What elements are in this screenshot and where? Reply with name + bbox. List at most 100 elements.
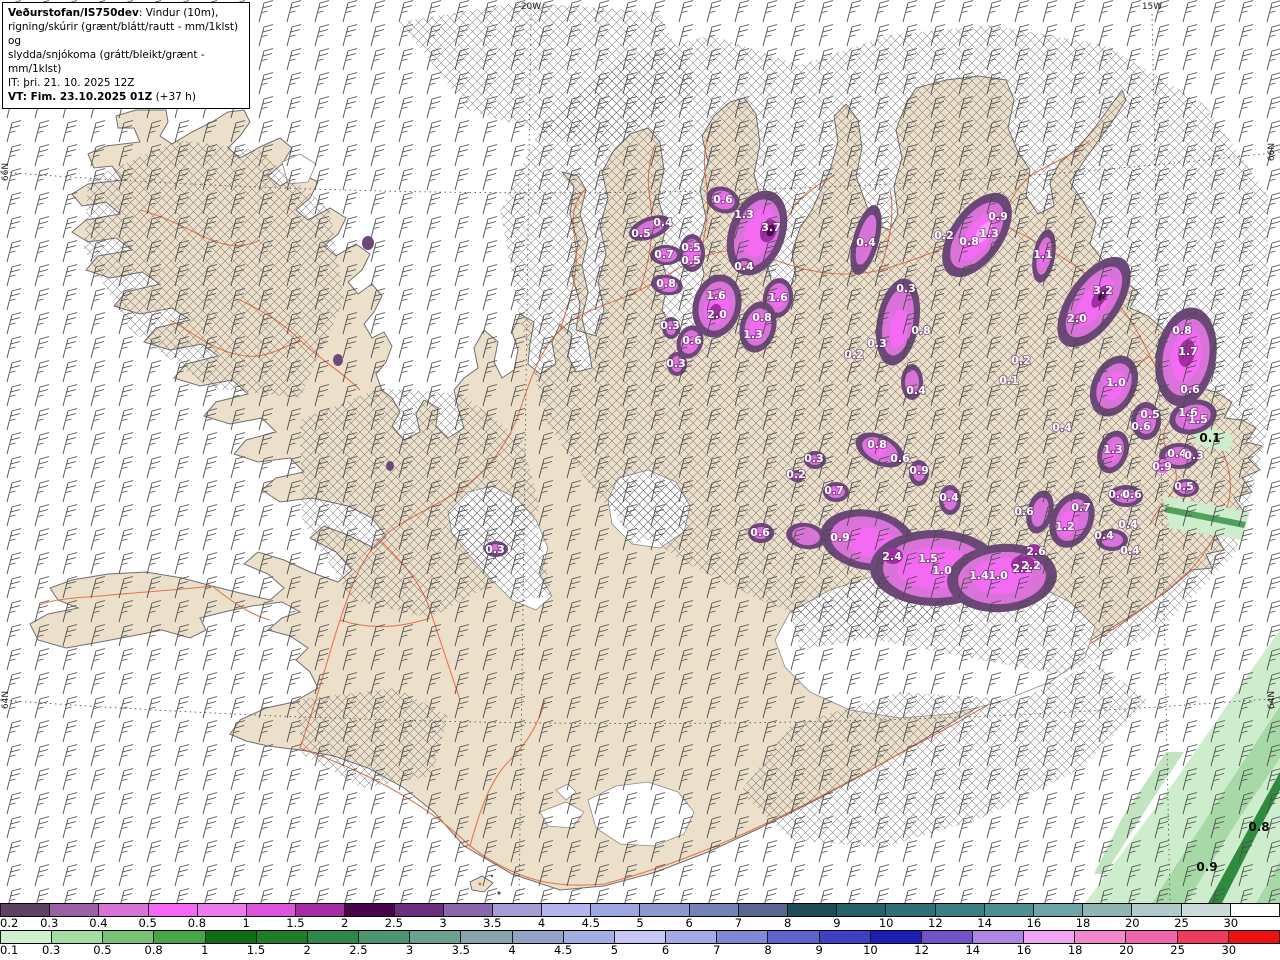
legend-cell	[837, 904, 887, 916]
legend-cell	[591, 904, 641, 916]
legend-tick-label: 12	[914, 943, 929, 957]
plabel-text: 1.6	[768, 291, 788, 304]
plabel-text: 0.5	[1174, 480, 1194, 493]
legend-cell	[768, 931, 820, 943]
legend-cell	[154, 931, 206, 943]
legend-tick-label: 25	[1174, 916, 1189, 930]
legend-cell	[103, 931, 155, 943]
legend-cell	[246, 904, 297, 916]
legend-cell	[886, 904, 936, 916]
legend-cell	[738, 904, 788, 916]
legend-cell	[788, 904, 838, 916]
plabel-text: 0.7	[824, 484, 844, 497]
legend-cell	[1083, 904, 1133, 916]
plabel-text: 0.3	[896, 282, 916, 295]
plabel-text: 1.0	[1106, 376, 1126, 389]
legend-cell	[870, 931, 922, 943]
plabel-text: 2.0	[707, 308, 727, 321]
title-line-1: Veðurstofan/IS750dev: Vindur (10m),	[8, 6, 244, 20]
legend-rain: 0.1 0.3 0.5 0.8 1 1.5 2 2.5 3 3.5 4 4.5 5 6 7 8 9 10 12 14 1…	[0, 930, 1280, 957]
valid-time-line: VT: Fim. 23.10.2025 01Z (+37 h)	[8, 90, 244, 104]
legend-cell	[1075, 931, 1127, 943]
legend-cell	[443, 904, 493, 916]
sleet-snow-tick-labels: 0.2 0.3 0.4 0.5 0.8 1 1.5 2 2.5 3 3.5 4 4.5 5 6 7 8 9 10 12…	[0, 916, 1280, 930]
legend-cell	[0, 931, 53, 943]
plabel-text: 0.6	[1180, 383, 1200, 396]
legend-cell	[461, 931, 513, 943]
legend-tick-label: 0.2	[0, 916, 19, 930]
plabel-text: 0.8	[959, 235, 979, 248]
plabel-text: 0.6	[1014, 505, 1034, 518]
legend-tick-label: 16	[1026, 916, 1042, 930]
legend-cell	[256, 931, 308, 943]
plabel-text: 0.2	[1011, 354, 1031, 367]
legend-tick-label: 0.3	[42, 943, 61, 957]
legend-cell	[1181, 904, 1231, 916]
legend-tick-label: 2.5	[349, 943, 368, 957]
plabel-text: 0.3	[485, 543, 505, 556]
legend-tick-label: 7	[713, 943, 721, 957]
plabel-text: 0.9	[909, 464, 929, 477]
legend-tick-label: 3	[405, 943, 414, 957]
weather-map-page: 0.6 1.3 3.7 0.4 0.5 0.5 0.5 0.7 0.4 0.8 1.6 2.0 1.6 0…	[0, 0, 1280, 960]
legend-tick-label: 4	[537, 916, 546, 930]
legend-tick-label: 4.5	[554, 943, 573, 957]
plabel-text: 1.3	[734, 208, 754, 221]
legend-tick-label: 5	[636, 916, 644, 930]
legend-cell	[148, 904, 198, 916]
plabel-text: 0.6	[1131, 420, 1151, 433]
legend-tick-label: 3	[439, 916, 447, 930]
legend-tick-label: 30	[1223, 916, 1239, 930]
glabel-text: 0.1	[1199, 431, 1220, 445]
plabel-text: 0.4	[1052, 421, 1072, 434]
legend-cell	[0, 904, 51, 916]
legend-tick-label: 1	[201, 943, 209, 957]
gratlabel-text: 64N	[1267, 691, 1277, 709]
legend-cell	[1024, 931, 1076, 943]
legend-cell	[1126, 931, 1178, 943]
plabel-text: 0.3	[867, 337, 887, 350]
legend-tick-label: 0.1	[0, 943, 19, 957]
plabel-text: 1.0	[932, 564, 952, 577]
legend-tick-label: 0.3	[40, 916, 59, 930]
plabel-text: 0.9	[988, 210, 1008, 223]
legend-cell	[52, 931, 104, 943]
plabel-text: 2.6	[1026, 545, 1046, 558]
gratlabel-text: 64N	[1, 691, 11, 709]
plabel-text: 0.1	[999, 374, 1019, 387]
plabel-text: 0.4	[906, 384, 926, 397]
legend-cell	[1230, 904, 1280, 916]
legend-cell	[345, 904, 395, 916]
plabel-text: 0.8	[1172, 324, 1192, 337]
legend-tick-label: 1.5	[246, 943, 266, 957]
legend-tick-label: 9	[833, 916, 841, 930]
plabel-text: 1.3	[979, 227, 999, 240]
legend-cell	[394, 904, 444, 916]
plabel-text: 0.5	[681, 241, 701, 254]
legend-cell	[307, 931, 360, 943]
plabel-text: 0.8	[867, 438, 887, 451]
plabel-text: 0.2	[934, 229, 954, 242]
plabel-text: 0.6	[1122, 488, 1142, 501]
plabel-text: 1.3	[1103, 443, 1123, 456]
init-time: IT: þri. 21. 10. 2025 12Z	[8, 77, 135, 90]
plabel-text: 0.8	[911, 324, 931, 337]
model-name: Veðurstofan/IS750dev	[8, 7, 139, 19]
plabel-text: 0.4	[856, 236, 876, 249]
plabel-text: 0.9	[830, 531, 850, 544]
plabel-text: 0.4	[1120, 544, 1140, 557]
legend-cell	[512, 931, 564, 943]
legend-tick-label: 2	[303, 943, 311, 957]
plabel-text: 0.4	[939, 491, 959, 504]
legend-cell	[563, 931, 615, 943]
plabel-text: 1.4	[969, 569, 989, 582]
legend-tick-label: 1.5	[286, 916, 305, 930]
legend-cell	[197, 904, 247, 916]
plabel-text: 1.5	[1188, 413, 1208, 426]
plabel-text: 1.0	[988, 569, 1008, 582]
legend-tick-label: 4	[508, 943, 516, 957]
plabel-text: 2.4	[882, 550, 902, 563]
plabel-text: 0.4	[1118, 518, 1138, 531]
plabel-text: 0.4	[1094, 529, 1114, 542]
gratlabel-text: 15W	[1142, 2, 1162, 12]
